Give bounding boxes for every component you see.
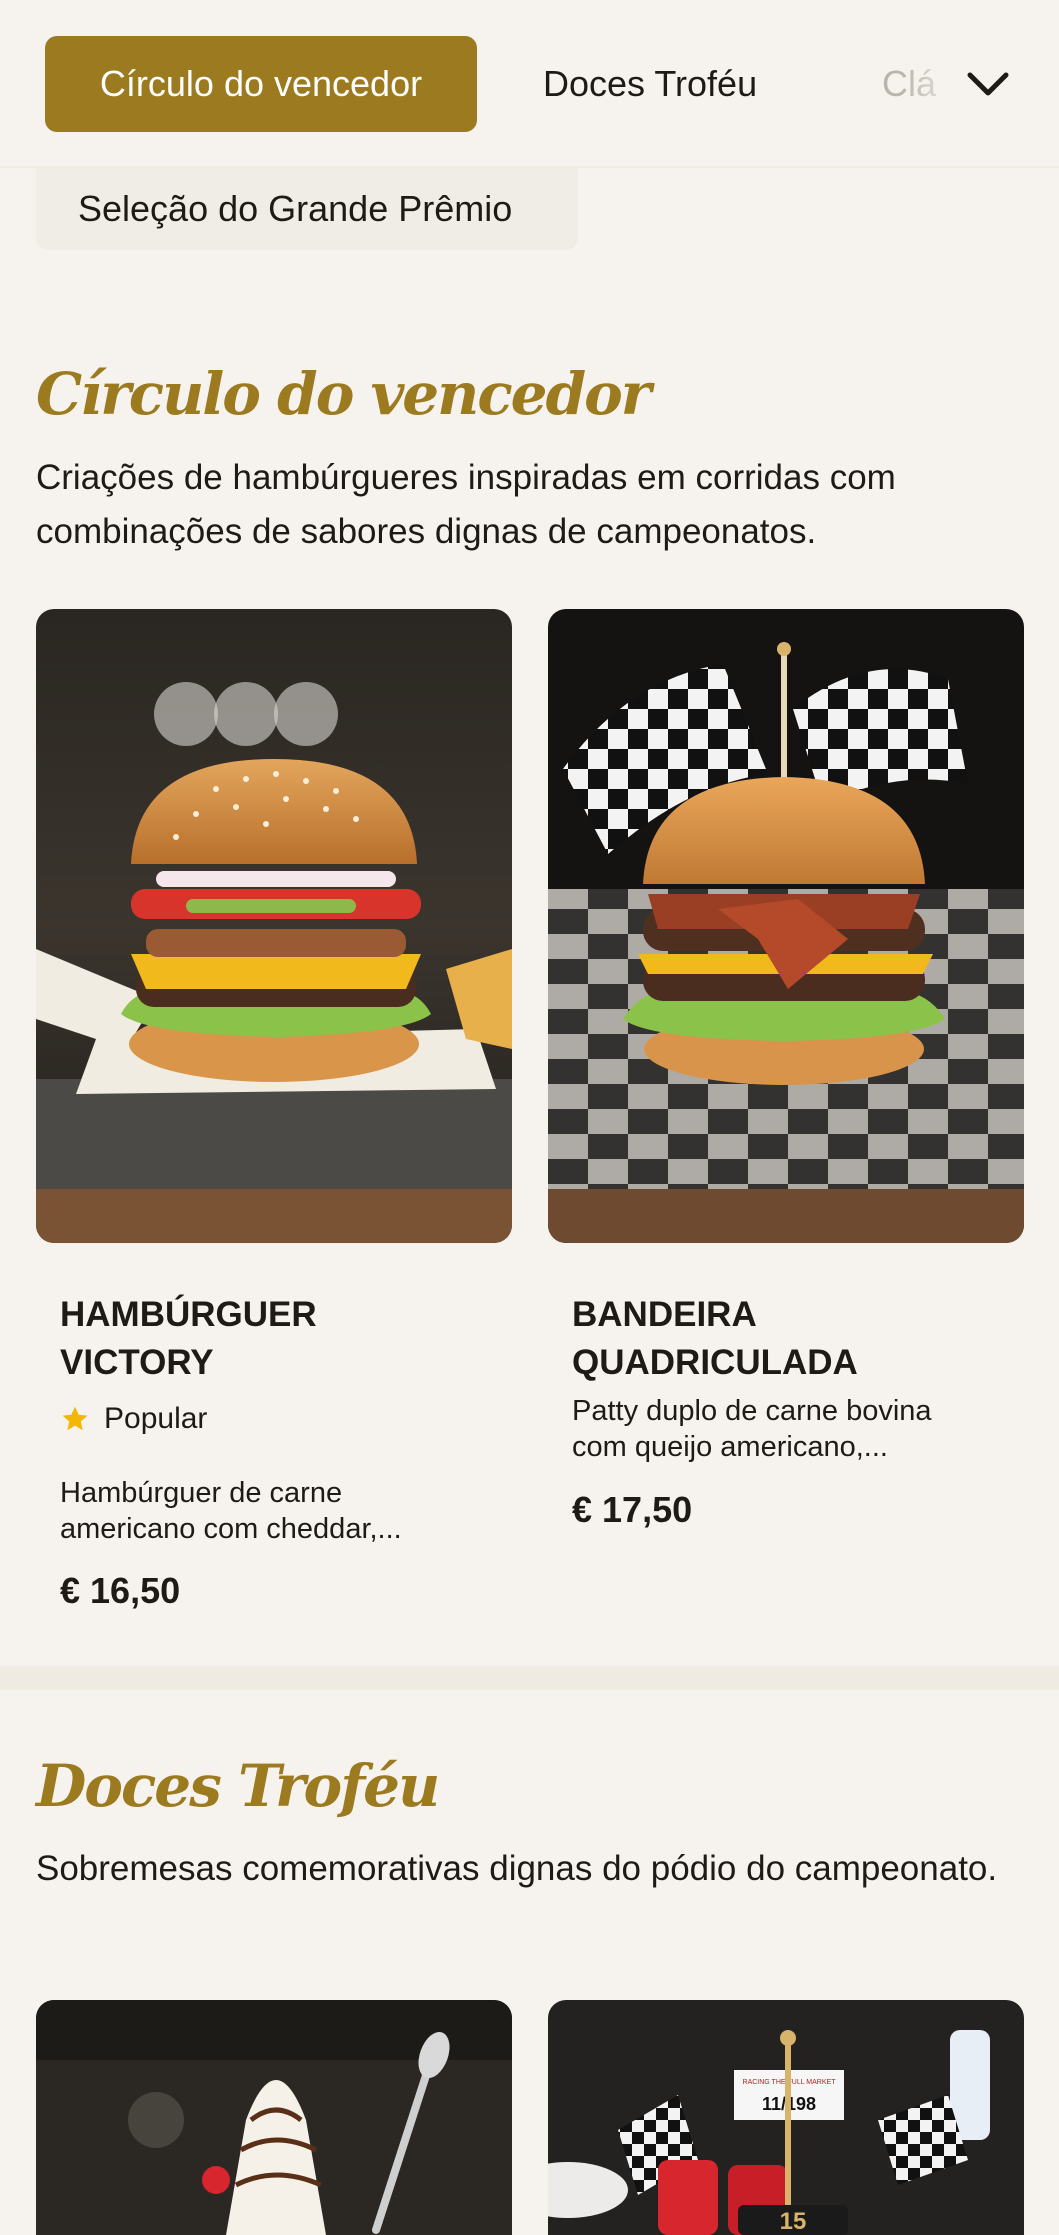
- tab-fade: [900, 30, 970, 138]
- category-option-grande-premio[interactable]: Seleção do Grande Prêmio: [36, 168, 578, 250]
- item-name-victory[interactable]: HAMBÚRGUER VICTORY: [60, 1291, 480, 1387]
- popular-badge: Popular: [60, 1402, 207, 1436]
- item-price-victory: € 16,50: [60, 1570, 181, 1611]
- section-description: Criações de hambúrgueres inspiradas em c…: [36, 458, 896, 551]
- item-image-bandeira[interactable]: [548, 609, 1024, 1243]
- item-image-dessert-2[interactable]: RACING THE FULL MARKET 11/198 15: [548, 2000, 1024, 2235]
- item-price-bandeira: € 17,50: [572, 1489, 693, 1530]
- category-tab-doces[interactable]: Doces Troféu: [543, 36, 757, 132]
- badge-label: Popular: [104, 1402, 208, 1435]
- svg-text:15: 15: [780, 2208, 807, 2235]
- star-icon: [62, 1406, 88, 1431]
- item-image-victory[interactable]: [36, 609, 512, 1243]
- chevron-down-icon[interactable]: [962, 58, 1014, 110]
- section-description-doces: Sobremesas comemorativas dignas do pódio…: [36, 1849, 998, 1888]
- item-name-bandeira[interactable]: BANDEIRA QUADRICULADA: [572, 1291, 992, 1387]
- item-description-bandeira: Patty duplo de carne bovina com queijo a…: [572, 1395, 932, 1463]
- item-description-victory: Hambúrguer de carne americano com chedda…: [60, 1477, 402, 1545]
- item-image-dessert-1[interactable]: [36, 2000, 512, 2235]
- category-tab-active[interactable]: Círculo do vencedor: [45, 36, 477, 132]
- section-title: Círculo do vencedor: [36, 360, 651, 428]
- category-bar: Círculo do vencedor Doces Troféu Clá: [0, 0, 1059, 168]
- section-divider: [0, 1666, 1059, 1690]
- section-title-doces: Doces Troféu: [36, 1752, 440, 1820]
